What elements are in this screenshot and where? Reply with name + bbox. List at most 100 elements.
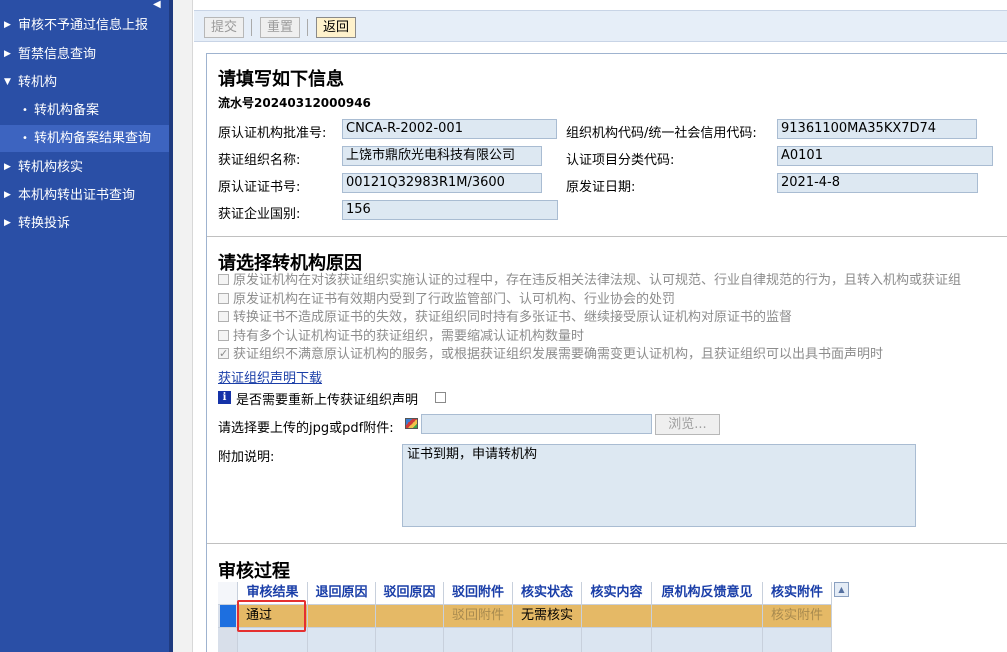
reason-option[interactable]: 持有多个认证机构证书的获证组织，需要缩减认证机构数量时 bbox=[218, 328, 584, 346]
reason-option-label: 持有多个认证机构证书的获证组织，需要缩减认证机构数量时 bbox=[233, 329, 585, 344]
sidebar-item-label: 本机构转出证书查询 bbox=[18, 188, 136, 203]
category-code-field[interactable]: A0101 bbox=[777, 146, 993, 166]
column-header[interactable]: 退回原因 bbox=[308, 582, 376, 605]
orig-approval-no-label: 原认证机构批准号: bbox=[218, 126, 327, 141]
sidebar-item-transfer-filing-result[interactable]: • 转机构备案结果查询 bbox=[0, 125, 169, 152]
toolbar-divider bbox=[307, 19, 308, 36]
cert-no-field[interactable]: 00121Q32983R1M/3600 bbox=[342, 173, 542, 193]
reason-option[interactable]: 获证组织不满意原认证机构的服务，或根据获证组织发展需要确需变更认证机构，且获证组… bbox=[218, 345, 884, 364]
org-name-field[interactable]: 上饶市鼎欣光电科技有限公司 bbox=[342, 146, 542, 166]
sidebar-item-transfer[interactable]: ▼ 转机构 bbox=[0, 69, 169, 96]
info-icon: i bbox=[218, 391, 231, 404]
orig-feedback-cell bbox=[652, 605, 763, 628]
bullet-icon: • bbox=[22, 133, 28, 144]
back-button[interactable]: 返回 bbox=[316, 17, 356, 38]
sidebar-item-transfer-verify[interactable]: ▶ 转机构核实 bbox=[0, 154, 169, 181]
serial-number: 流水号20240312000946 bbox=[218, 96, 371, 110]
row-selector[interactable] bbox=[218, 605, 238, 628]
checkbox[interactable] bbox=[218, 274, 229, 285]
remark-textarea[interactable]: 证书到期，申请转机构 bbox=[402, 444, 916, 527]
scroll-up-icon[interactable]: ▲ bbox=[834, 582, 849, 597]
checkbox[interactable] bbox=[218, 330, 229, 341]
submit-button[interactable]: 提交 bbox=[204, 17, 244, 38]
caret-right-icon: ▶ bbox=[4, 218, 11, 228]
reupload-checkbox[interactable] bbox=[435, 392, 446, 403]
reason-option-label: 转换证书不造成原证书的失效，获证组织同时持有多张证书、继续接受原认证机构对原证书… bbox=[233, 310, 793, 325]
statement-download-link[interactable]: 获证组织声明下载 bbox=[218, 367, 322, 386]
file-path-input[interactable] bbox=[421, 414, 652, 434]
sidebar-item-review-reject-report[interactable]: ▶ 审核不予通过信息上报 bbox=[0, 12, 169, 39]
checkbox-checked[interactable] bbox=[218, 345, 229, 363]
cert-no-label: 原认证证书号: bbox=[218, 180, 301, 195]
reason-option-label: 获证组织不满意原认证机构的服务，或根据获证组织发展需要确需变更认证机构，且获证组… bbox=[233, 347, 884, 362]
toolbar: 提交 重置 返回 bbox=[194, 10, 1007, 42]
reason-option-label: 原发证机构在证书有效期内受到了行政监管部门、认可机构、行业协会的处罚 bbox=[233, 292, 676, 307]
grid-cell bbox=[763, 628, 832, 652]
org-code-field[interactable]: 91361100MA35KX7D74 bbox=[777, 119, 977, 139]
grid-cell bbox=[652, 628, 763, 652]
sidebar: ◀ ▶ 审核不予通过信息上报 ▶ 暂禁信息查询 ▼ 转机构 • 转机构备案 • … bbox=[0, 0, 169, 652]
reason-option[interactable]: 原发证机构在对该获证组织实施认证的过程中，存在违反相关法律法规、认可规范、行业自… bbox=[218, 272, 961, 290]
return-reason-cell bbox=[308, 605, 376, 628]
table-row[interactable]: 通过 驳回附件 无需核实 核实附件 bbox=[218, 605, 832, 628]
section-title-info: 请填写如下信息 bbox=[218, 69, 344, 90]
reupload-label: 是否需要重新上传获证组织声明 bbox=[236, 393, 419, 408]
splitter-bar bbox=[173, 0, 193, 652]
grid-corner bbox=[218, 582, 238, 605]
grid-header: 审核结果 退回原因 驳回原因 驳回附件 核实状态 核实内容 原机构反馈意见 核实… bbox=[218, 582, 832, 605]
collapse-arrow-icon[interactable]: ◀ bbox=[153, 0, 165, 10]
reset-button[interactable]: 重置 bbox=[260, 17, 300, 38]
sidebar-item-label: 转换投诉 bbox=[18, 216, 71, 231]
sidebar-item-transfer-complaint[interactable]: ▶ 转换投诉 bbox=[0, 210, 169, 237]
country-label: 获证企业国别: bbox=[218, 207, 301, 222]
form-panel: 请填写如下信息 流水号20240312000946 原认证机构批准号: CNCA… bbox=[206, 53, 1007, 652]
verify-status-cell: 无需核实 bbox=[513, 605, 582, 628]
reason-option[interactable]: 原发证机构在证书有效期内受到了行政监管部门、认可机构、行业协会的处罚 bbox=[218, 291, 675, 309]
sidebar-item-label: 转机构 bbox=[18, 75, 58, 90]
remark-label: 附加说明: bbox=[218, 450, 275, 465]
sidebar-item-label: 审核不予通过信息上报 bbox=[18, 18, 149, 33]
table-row-empty bbox=[218, 628, 832, 652]
verify-content-cell bbox=[582, 605, 652, 628]
caret-right-icon: ▶ bbox=[4, 49, 11, 59]
orig-approval-no-field[interactable]: CNCA-R-2002-001 bbox=[342, 119, 557, 139]
column-header[interactable]: 核实附件 bbox=[763, 582, 832, 605]
grid-cell bbox=[582, 628, 652, 652]
sidebar-item-label: 转机构备案 bbox=[34, 103, 100, 118]
row-selected-marker bbox=[220, 605, 236, 627]
column-header[interactable]: 原机构反馈意见 bbox=[652, 582, 763, 605]
bullet-icon: • bbox=[22, 105, 28, 116]
country-field[interactable]: 156 bbox=[342, 200, 558, 220]
highlight-annotation bbox=[237, 600, 306, 632]
caret-right-icon: ▶ bbox=[4, 20, 11, 30]
grid-cell bbox=[376, 628, 444, 652]
sidebar-item-outgoing-cert-query[interactable]: ▶ 本机构转出证书查询 bbox=[0, 182, 169, 209]
browse-button[interactable]: 浏览... bbox=[655, 414, 720, 435]
verify-attachment-cell[interactable]: 核实附件 bbox=[763, 605, 832, 628]
section-divider bbox=[207, 543, 1007, 544]
caret-down-icon: ▼ bbox=[4, 77, 11, 87]
sidebar-item-label: 暂禁信息查询 bbox=[18, 47, 97, 62]
reason-option[interactable]: 转换证书不造成原证书的失效，获证组织同时持有多张证书、继续接受原认证机构对原证书… bbox=[218, 309, 792, 327]
grid-cell bbox=[513, 628, 582, 652]
column-header[interactable]: 核实状态 bbox=[513, 582, 582, 605]
column-header[interactable]: 驳回原因 bbox=[376, 582, 444, 605]
column-header[interactable]: 驳回附件 bbox=[444, 582, 513, 605]
section-divider bbox=[207, 236, 1007, 237]
file-icon bbox=[405, 418, 418, 429]
org-name-label: 获证组织名称: bbox=[218, 153, 301, 168]
checkbox[interactable] bbox=[218, 293, 229, 304]
checkbox[interactable] bbox=[218, 311, 229, 322]
section-title-review: 审核过程 bbox=[218, 561, 290, 582]
reject-attachment-cell[interactable]: 驳回附件 bbox=[444, 605, 513, 628]
caret-right-icon: ▶ bbox=[4, 162, 11, 172]
column-header[interactable]: 核实内容 bbox=[582, 582, 652, 605]
sidebar-item-transfer-filing[interactable]: • 转机构备案 bbox=[0, 97, 169, 124]
grid-cell bbox=[308, 628, 376, 652]
sidebar-item-label: 转机构备案结果查询 bbox=[34, 131, 152, 146]
sidebar-item-suspend-query[interactable]: ▶ 暂禁信息查询 bbox=[0, 41, 169, 68]
reason-option-label: 原发证机构在对该获证组织实施认证的过程中，存在违反相关法律法规、认可规范、行业自… bbox=[233, 273, 962, 288]
issue-date-field[interactable]: 2021-4-8 bbox=[777, 173, 978, 193]
row-selector bbox=[218, 628, 238, 652]
caret-right-icon: ▶ bbox=[4, 190, 11, 200]
